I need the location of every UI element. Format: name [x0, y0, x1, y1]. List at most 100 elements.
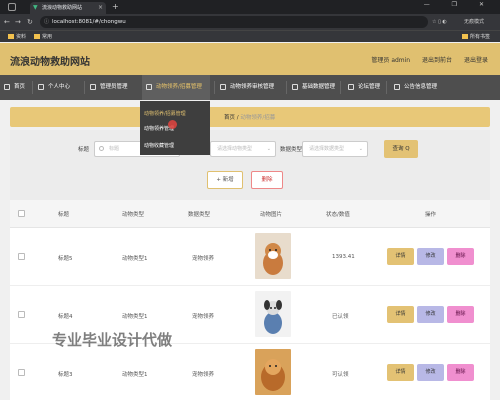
nav-item-profile[interactable]: 个人中心 [34, 75, 84, 100]
cell-animal-type: 动物类型1 [122, 372, 148, 378]
browser-tab-bar: ▼ 流浪动物救助网站 × + — ❐ ✕ [0, 0, 500, 14]
bookmarks-bar: 资料 常用 所有书签 [0, 30, 500, 42]
table-row: 标题5 动物类型1 宠物领养 1393.41 详情 修改 删除 [10, 228, 490, 286]
select-all-checkbox[interactable] [18, 210, 25, 217]
data-type-select[interactable]: 请选择数据类型 ⌄ [302, 141, 368, 157]
col-header-picture: 动物图片 [260, 212, 283, 218]
data-table: 标题 动物类型 数据类型 动物图片 状态/数值 操作 标题5 动物类型1 宠物领… [10, 200, 490, 400]
dropdown-item-adoption-recruit[interactable]: 动物领养/招募管理 [140, 107, 210, 121]
delete-button[interactable]: 删除 [447, 306, 474, 323]
search-icon [99, 146, 104, 151]
all-bookmarks[interactable]: 所有书签 [461, 33, 490, 41]
paw-icon [146, 84, 152, 90]
col-header-status: 状态/数值 [326, 212, 350, 218]
breadcrumb: 首页 / 动物领养/招募 [224, 115, 276, 121]
nav-item-home[interactable]: 首页 [0, 75, 32, 100]
app-header: 流浪动物救助网站 管理员 admin 退出到前台 退出登录 [0, 43, 500, 75]
col-header-title: 标题 [58, 212, 70, 218]
new-tab-button[interactable]: + [112, 2, 119, 12]
detail-button[interactable]: 详情 [387, 364, 414, 381]
animal-type-select[interactable]: 请选择动物类型 ⌄ [210, 141, 276, 157]
chevron-down-icon: ⌄ [358, 146, 363, 152]
logout-link[interactable]: 退出登录 [464, 57, 488, 64]
col-header-data-type: 数据类型 [188, 212, 211, 218]
cell-title: 标题4 [58, 314, 73, 320]
row-checkbox[interactable] [18, 253, 25, 260]
cell-status: 已认领 [332, 314, 349, 320]
cell-status: 1393.41 [332, 254, 355, 260]
detail-button[interactable]: 详情 [387, 306, 414, 323]
data-icon [292, 84, 298, 90]
col-header-animal-type: 动物类型 [122, 212, 145, 218]
batch-delete-button[interactable]: 删除 [251, 171, 283, 189]
forward-icon[interactable]: → [15, 17, 21, 27]
title-label: 标题 [78, 147, 90, 153]
watermark-text: 专业毕业设计代做 [52, 331, 173, 349]
table-header: 标题 动物类型 数据类型 动物图片 状态/数值 操作 [10, 200, 490, 228]
admin-label: 管理员 admin [371, 57, 411, 64]
nav-item-basic-data[interactable]: 基础数据管理 [288, 75, 340, 100]
mouse-cursor [168, 120, 177, 129]
cell-title: 标题5 [58, 256, 73, 262]
tab-close-icon[interactable]: × [98, 2, 103, 14]
browser-toolbar: ← → ↻ ⓘ localhost:8081/#/chongwu ☆ ▯ ◐ 无… [0, 14, 500, 30]
vue-logo-icon: ▼ [33, 4, 38, 11]
breadcrumb-bar: 首页 / 动物领养/招募 [10, 107, 490, 127]
nav-item-admin[interactable]: 管理员管理 [86, 75, 140, 100]
main-content: 标题 标题 请选择动物类型 ⌄ 数据类型 请选择数据类型 ⌄ 查询 Q + 新增 删… [10, 130, 490, 400]
nav-item-notice[interactable]: 公告信息管理 [390, 75, 450, 100]
edit-button[interactable]: 修改 [417, 248, 444, 265]
query-button[interactable]: 查询 Q [384, 140, 418, 158]
address-bar[interactable]: ⓘ localhost:8081/#/chongwu [40, 16, 428, 28]
row-checkbox[interactable] [18, 369, 25, 376]
add-button[interactable]: + 新增 [207, 171, 243, 189]
info-icon: ⓘ [44, 19, 50, 25]
nav-item-review[interactable]: 动物领养审核管理 [216, 75, 286, 100]
animal-image-dog [255, 233, 291, 279]
back-icon[interactable]: ← [4, 17, 10, 27]
search-form: 标题 标题 请选择动物类型 ⌄ 数据类型 请选择数据类型 ⌄ 查询 Q [10, 140, 490, 158]
main-nav: 首页 个人中心 管理员管理 动物领养/招募管理 动物领养审核管理 基础数据管理 … [0, 75, 500, 100]
edit-button[interactable]: 修改 [417, 306, 444, 323]
tab-search-icon[interactable] [8, 3, 16, 11]
bookmark-folder[interactable]: 资料 [8, 33, 26, 41]
table-row: 标题3 动物类型1 宠物领养 可认领 详情 修改 删除 [10, 344, 490, 400]
browser-tab[interactable]: ▼ 流浪动物救助网站 × [30, 2, 106, 14]
extensions-icons[interactable]: ☆ ▯ ◐ [432, 17, 447, 27]
nav-item-adoption[interactable]: 动物领养/招募管理 [142, 75, 210, 100]
row-checkbox[interactable] [18, 311, 25, 318]
animal-image-dog-orange [255, 349, 291, 395]
data-type-label: 数据类型 [280, 147, 303, 153]
detail-button[interactable]: 详情 [387, 248, 414, 265]
cell-animal-type: 动物类型1 [122, 314, 148, 320]
cell-title: 标题3 [58, 372, 73, 378]
col-header-actions: 操作 [425, 212, 437, 218]
animal-image-dog-blue [255, 291, 291, 337]
notice-icon [394, 84, 400, 90]
dropdown-item-favorites[interactable]: 动物收藏管理 [140, 139, 210, 153]
back-to-front-link[interactable]: 退出到前台 [422, 57, 452, 64]
home-icon [4, 84, 10, 90]
cell-status: 可认领 [332, 372, 349, 378]
forum-icon [348, 84, 354, 90]
breadcrumb-home[interactable]: 首页 [224, 115, 235, 121]
breadcrumb-current: 动物领养/招募 [240, 115, 276, 121]
nav-item-forum[interactable]: 论坛管理 [344, 75, 384, 100]
url-text: localhost:8081/#/chongwu [52, 19, 126, 25]
bookmark-folder[interactable]: 常用 [34, 33, 52, 41]
window-controls[interactable]: — ❐ ✕ [424, 1, 494, 8]
admin-icon [90, 84, 96, 90]
incognito-label: 无痕模式 [464, 19, 485, 25]
cell-data-type: 宠物领养 [192, 256, 215, 262]
tab-title: 流浪动物救助网站 [42, 5, 83, 11]
cell-data-type: 宠物领养 [192, 314, 215, 320]
delete-button[interactable]: 删除 [447, 364, 474, 381]
user-icon [38, 84, 44, 90]
reload-icon[interactable]: ↻ [27, 17, 33, 27]
delete-button[interactable]: 删除 [447, 248, 474, 265]
edit-button[interactable]: 修改 [417, 364, 444, 381]
chevron-down-icon: ⌄ [266, 146, 271, 152]
cell-animal-type: 动物类型1 [122, 256, 148, 262]
review-icon [220, 84, 226, 90]
site-title: 流浪动物救助网站 [10, 57, 90, 68]
